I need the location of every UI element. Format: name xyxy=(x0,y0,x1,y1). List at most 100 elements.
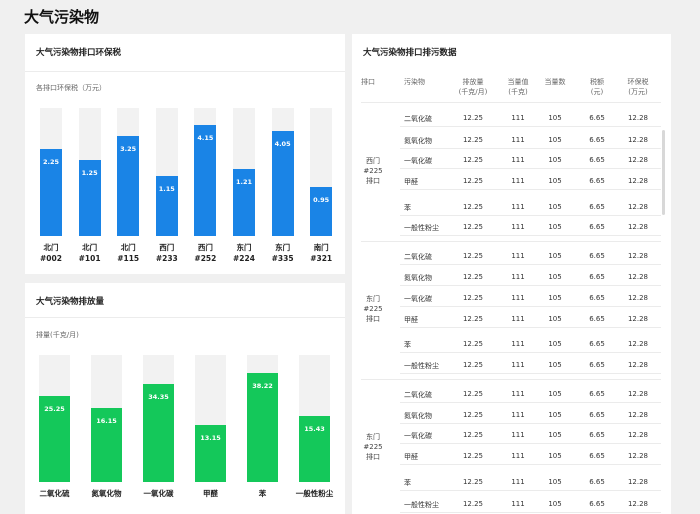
value-cell: 12.28 xyxy=(627,411,649,419)
value-cell: 12.25 xyxy=(462,177,484,185)
value-cell: 6.65 xyxy=(589,203,605,211)
tax-chart-sublabel: 各排口环保税（万元） xyxy=(36,84,106,92)
value-cell: 105 xyxy=(548,452,562,460)
value-cell: 12.25 xyxy=(462,431,484,439)
value-cell: 12.25 xyxy=(462,136,484,144)
bar-column[interactable]: 4.15 西门 #252 xyxy=(194,108,217,263)
bar-column[interactable]: 2.25 北门 #002 xyxy=(40,108,62,263)
bar-value-label: 3.25 xyxy=(120,145,137,153)
bar-column[interactable]: 15.43 一般性粉尘 xyxy=(296,355,333,498)
bar-value-label: 1.21 xyxy=(235,178,253,186)
value-cell: 12.28 xyxy=(627,252,649,260)
value-cell: 111 xyxy=(511,177,525,185)
pollutant-cell: 一般性粉尘 xyxy=(404,224,439,232)
bar-category-label: 氮氧化物 xyxy=(91,489,122,498)
bar-value-label: 13.15 xyxy=(200,434,221,442)
value-cell: 111 xyxy=(511,273,525,281)
row-divider xyxy=(400,490,661,491)
divider xyxy=(25,71,345,72)
value-cell: 105 xyxy=(548,273,562,281)
value-cell: 111 xyxy=(511,500,525,508)
value-cell: 111 xyxy=(511,294,525,302)
value-cell: 105 xyxy=(548,315,562,323)
tax-chart-title: 大气污染物排口环保税 xyxy=(36,48,122,58)
row-divider xyxy=(400,285,661,286)
bar-value-label: 38.22 xyxy=(252,382,273,390)
bar-column[interactable]: 4.05 东门 #335 xyxy=(271,108,294,263)
column-header: 排放量 (千克/月) xyxy=(458,78,488,96)
value-cell: 105 xyxy=(548,136,562,144)
bar[interactable] xyxy=(310,187,333,236)
value-cell: 12.28 xyxy=(627,156,649,164)
value-cell: 6.65 xyxy=(589,114,605,122)
value-cell: 12.28 xyxy=(627,431,649,439)
bar-value-label: 4.15 xyxy=(197,134,214,142)
row-divider xyxy=(400,512,661,513)
value-cell: 111 xyxy=(511,431,525,439)
bar-category-label: 东门 #335 xyxy=(271,243,294,263)
bar-category-label: 北门 #002 xyxy=(40,243,62,263)
bar-category-label: 一般性粉尘 xyxy=(295,489,334,498)
value-cell: 12.28 xyxy=(627,114,649,122)
bar-value-label: 34.35 xyxy=(148,393,169,401)
pollutant-cell: 一氧化碳 xyxy=(404,295,432,303)
row-divider xyxy=(400,126,661,127)
bar-column[interactable]: 13.15 甲醛 xyxy=(195,355,226,498)
bar-column[interactable]: 38.22 苯 xyxy=(247,355,278,498)
value-cell: 6.65 xyxy=(589,452,605,460)
value-cell: 12.25 xyxy=(462,361,484,369)
bar-column[interactable]: 3.25 北门 #115 xyxy=(117,108,140,263)
value-cell: 12.28 xyxy=(627,452,649,460)
bar-category-label: 一氧化碳 xyxy=(143,489,174,498)
bar-column[interactable]: 1.21 东门 #224 xyxy=(233,108,255,263)
value-cell: 12.28 xyxy=(627,294,649,302)
pollutant-cell: 苯 xyxy=(404,204,411,212)
column-header: 当量值 (千克) xyxy=(507,78,529,96)
value-cell: 12.28 xyxy=(627,136,649,144)
bar-category-label: 西门 #252 xyxy=(194,243,217,263)
pollutant-cell: 一般性粉尘 xyxy=(404,362,439,370)
outlet-label: 东门 #225 排口 xyxy=(363,295,383,323)
value-cell: 12.25 xyxy=(462,500,484,508)
value-cell: 12.28 xyxy=(627,390,649,398)
bar-category-label: 北门 #101 xyxy=(78,243,101,263)
page-title: 大气污染物 xyxy=(24,8,100,26)
value-cell: 111 xyxy=(511,223,525,231)
emission-chart-card: 大气污染物排放量 排量(千克/月) 25.25 二氧化硫 16.15 氮氧化物 34.3… xyxy=(25,283,345,514)
pollutant-cell: 一氧化碳 xyxy=(404,157,432,165)
value-cell: 111 xyxy=(511,478,525,486)
bar-value-label: 0.95 xyxy=(313,196,330,204)
value-cell: 12.25 xyxy=(462,223,484,231)
bar-column[interactable]: 0.95 南门 #321 xyxy=(310,108,333,263)
value-cell: 6.65 xyxy=(589,500,605,508)
value-cell: 6.65 xyxy=(589,273,605,281)
value-cell: 12.28 xyxy=(627,315,649,323)
value-cell: 12.25 xyxy=(462,390,484,398)
table-scrollbar[interactable] xyxy=(662,130,665,215)
pollutant-cell: 甲醛 xyxy=(404,316,418,324)
table-title: 大气污染物排口排污数据 xyxy=(363,48,457,58)
value-cell: 12.25 xyxy=(462,294,484,302)
value-cell: 12.28 xyxy=(627,177,649,185)
row-divider xyxy=(400,264,661,265)
pollutant-cell: 甲醛 xyxy=(404,453,418,461)
row-divider xyxy=(400,373,661,374)
bar-category-label: 东门 #224 xyxy=(233,243,255,263)
value-cell: 6.65 xyxy=(589,390,605,398)
value-cell: 6.65 xyxy=(589,136,605,144)
pollutant-cell: 氮氧化物 xyxy=(404,137,432,145)
group-divider xyxy=(361,241,661,242)
bar-column[interactable]: 25.25 二氧化硫 xyxy=(39,355,70,498)
bar-column[interactable]: 1.15 西门 #233 xyxy=(155,108,178,263)
value-cell: 111 xyxy=(511,252,525,260)
row-divider xyxy=(400,215,661,216)
bar-category-label: 西门 #233 xyxy=(155,243,178,263)
pollutant-cell: 一般性粉尘 xyxy=(404,501,439,509)
column-header: 环保税 (万元) xyxy=(627,78,649,96)
row-divider xyxy=(400,464,661,465)
bar-column[interactable]: 1.25 北门 #101 xyxy=(78,108,101,263)
value-cell: 6.65 xyxy=(589,361,605,369)
bar-column[interactable]: 16.15 氮氧化物 xyxy=(91,355,122,498)
value-cell: 12.28 xyxy=(627,361,649,369)
bar-column[interactable]: 34.35 一氧化碳 xyxy=(143,355,174,498)
